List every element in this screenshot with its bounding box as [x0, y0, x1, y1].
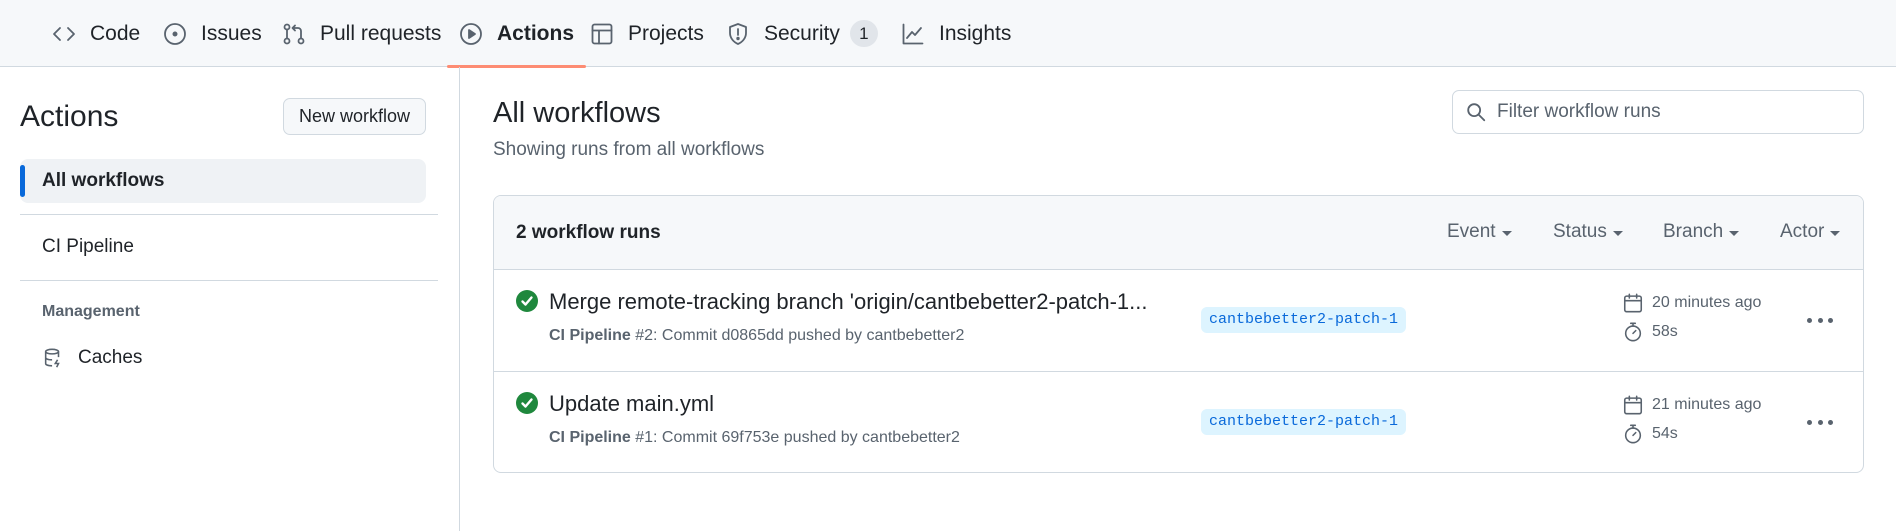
workflow-run-details: #2: Commit d0865dd pushed by cantbebette…	[630, 327, 965, 344]
run-duration: 58s	[1622, 321, 1678, 343]
workflow-runs-list: 2 workflow runs Event Status Branch Acto…	[493, 195, 1864, 473]
filter-workflow-runs-input[interactable]	[1497, 101, 1847, 123]
workflow-runs-header: 2 workflow runs Event Status Branch Acto…	[494, 196, 1863, 270]
sidebar-item-ci-pipeline[interactable]: CI Pipeline	[20, 225, 426, 269]
shield-icon	[729, 22, 747, 45]
sidebar-item-label: Caches	[78, 347, 143, 368]
kebab-dot	[1817, 419, 1823, 425]
issue-opened-icon	[164, 22, 186, 45]
page-title: All workflows	[493, 97, 661, 129]
run-actions-menu-button[interactable]	[1802, 305, 1838, 335]
sidebar-item-label: All workflows	[42, 170, 165, 191]
search-icon	[1467, 103, 1486, 122]
actor-filter-dropdown[interactable]: Actor	[1780, 221, 1841, 243]
workflow-runs-count: 2 workflow runs	[516, 222, 661, 243]
branch-label[interactable]: cantbebetter2-patch-1	[1201, 409, 1407, 435]
kebab-dot	[1828, 419, 1833, 425]
check-icon	[521, 398, 533, 408]
run-duration-label: 54s	[1652, 425, 1678, 442]
play-icon	[460, 22, 482, 45]
management-heading: Management	[42, 303, 140, 320]
tab-insights-label: Insights	[939, 21, 1012, 45]
sidebar-item-caches[interactable]: Caches	[20, 336, 426, 380]
graph-icon	[902, 23, 924, 44]
branch-filter-label: Branch	[1663, 221, 1724, 242]
stopwatch-icon	[1624, 322, 1642, 342]
workflow-run-row[interactable]: Merge remote-tracking branch 'origin/can…	[494, 270, 1863, 371]
tab-security[interactable]: Security 1	[726, 0, 878, 67]
sidebar-divider-line	[20, 214, 438, 215]
run-duration-label: 58s	[1652, 323, 1678, 340]
active-indicator	[20, 165, 25, 197]
success-status-icon	[516, 392, 538, 414]
stopwatch-icon	[1624, 424, 1642, 444]
sidebar-divider	[459, 67, 460, 531]
status-filter-dropdown[interactable]: Status	[1553, 221, 1623, 243]
run-timestamp: 20 minutes ago	[1622, 292, 1761, 314]
workflow-run-row[interactable]: Update main.yml CI Pipeline #1: Commit 6…	[494, 371, 1863, 472]
check-icon	[521, 296, 533, 306]
workflow-run-meta: CI Pipeline #1: Commit 69f753e pushed by…	[549, 429, 960, 447]
tab-issues[interactable]: Issues	[163, 0, 262, 67]
tab-actions-label: Actions	[497, 21, 575, 45]
calendar-icon	[1623, 293, 1643, 313]
caret-down-icon	[1830, 230, 1841, 236]
sidebar-title: Actions	[20, 100, 119, 133]
kebab-dot	[1807, 419, 1812, 425]
branch-filter-dropdown[interactable]: Branch	[1663, 221, 1740, 243]
workflow-run-title[interactable]: Merge remote-tracking branch 'origin/can…	[549, 289, 1184, 315]
run-timestamp-label: 21 minutes ago	[1652, 396, 1762, 413]
calendar-icon	[1623, 395, 1643, 415]
code-icon	[53, 26, 75, 41]
tab-security-label: Security	[764, 21, 840, 45]
tab-projects[interactable]: Projects	[590, 0, 704, 67]
caret-down-icon	[1501, 230, 1512, 236]
tab-selected-indicator	[447, 65, 587, 68]
sidebar-item-label: CI Pipeline	[42, 236, 134, 257]
workflow-run-meta: CI Pipeline #2: Commit d0865dd pushed by…	[549, 327, 964, 345]
database-icon	[44, 348, 60, 368]
run-timestamp: 21 minutes ago	[1622, 394, 1761, 416]
git-pull-request-icon	[283, 23, 305, 44]
actor-filter-label: Actor	[1780, 221, 1825, 242]
sidebar-item-all-workflows[interactable]: All workflows	[20, 159, 426, 203]
tab-projects-label: Projects	[628, 21, 704, 45]
repo-nav: Code Issues Pull requests Actions Projec…	[0, 0, 1896, 68]
workflow-run-title[interactable]: Update main.yml	[549, 391, 1184, 417]
tab-pull-requests[interactable]: Pull requests	[282, 0, 441, 67]
kebab-dot	[1807, 317, 1812, 323]
page-subtitle: Showing runs from all workflows	[493, 139, 765, 160]
tab-code-label: Code	[90, 21, 141, 45]
table-icon	[591, 23, 613, 44]
kebab-dot	[1817, 317, 1823, 323]
workflow-run-details: #1: Commit 69f753e pushed by cantbebette…	[630, 429, 960, 446]
kebab-dot	[1828, 317, 1833, 323]
run-timestamp-label: 20 minutes ago	[1652, 294, 1762, 311]
tab-insights[interactable]: Insights	[901, 0, 1011, 67]
status-filter-label: Status	[1553, 221, 1607, 242]
tab-issues-label: Issues	[201, 21, 262, 45]
new-workflow-button[interactable]: New workflow	[283, 98, 426, 135]
run-actions-menu-button[interactable]	[1802, 407, 1838, 437]
event-filter-label: Event	[1447, 221, 1496, 242]
tab-pull-requests-label: Pull requests	[320, 21, 442, 45]
success-status-icon	[516, 290, 538, 312]
run-duration: 54s	[1622, 423, 1678, 445]
workflow-name[interactable]: CI Pipeline	[549, 327, 631, 344]
caret-down-icon	[1729, 230, 1740, 236]
workflow-name[interactable]: CI Pipeline	[549, 429, 631, 446]
caret-down-icon	[1612, 230, 1623, 236]
tab-code[interactable]: Code	[52, 0, 140, 67]
filter-workflow-runs-field[interactable]	[1452, 90, 1864, 134]
sidebar-divider-line	[20, 280, 438, 281]
branch-label[interactable]: cantbebetter2-patch-1	[1201, 307, 1407, 333]
event-filter-dropdown[interactable]: Event	[1447, 221, 1512, 243]
security-counter: 1	[849, 20, 878, 47]
tab-actions[interactable]: Actions	[447, 0, 587, 68]
